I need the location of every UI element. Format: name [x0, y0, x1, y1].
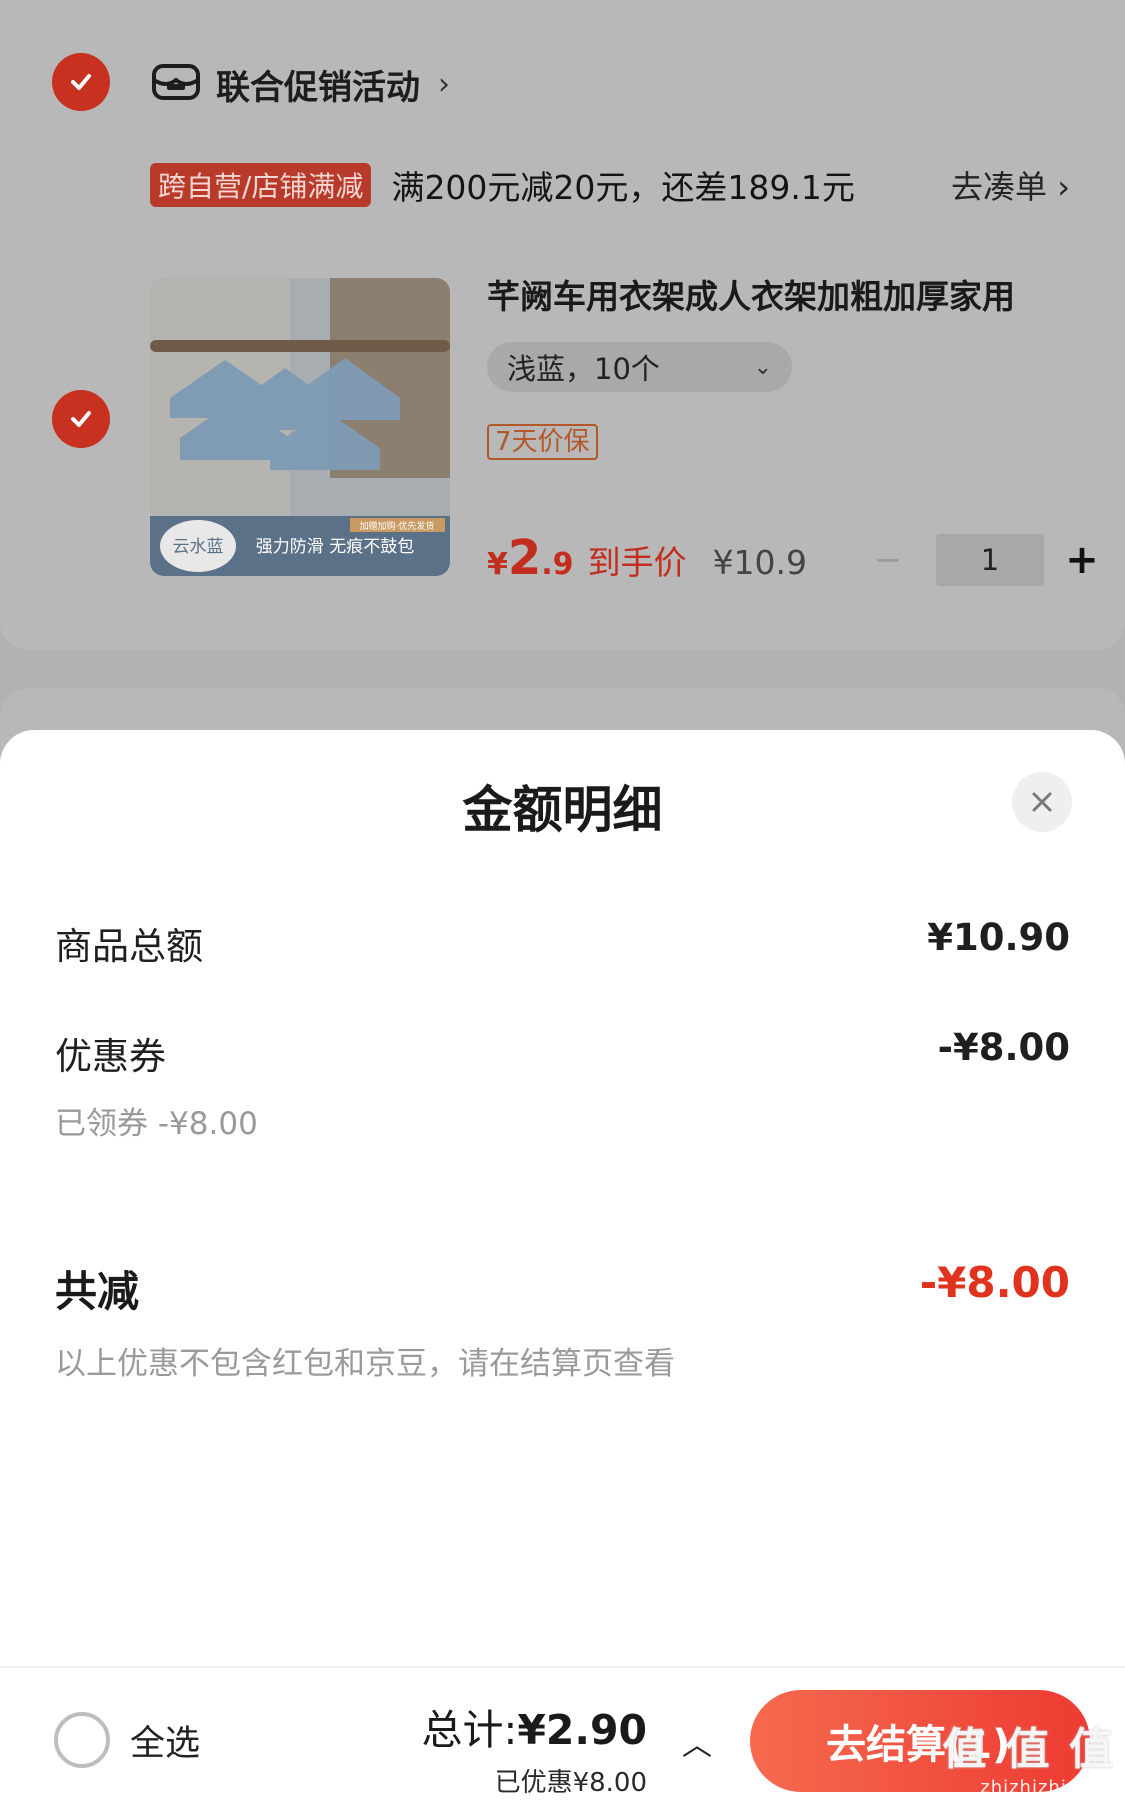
total-discount-label: 共减	[55, 1267, 140, 1316]
product-title[interactable]: 芊阙车用衣架成人衣架加粗加厚家用	[487, 270, 1015, 318]
select-all-label: 全选	[130, 1723, 201, 1764]
saved-amount: 已优惠¥8.00	[494, 1768, 647, 1798]
promo-row: 跨自营/店铺满减 满200元减20元，还差189.1元 去凑单 ›	[150, 162, 1070, 208]
total-line: 总计:¥2.90	[421, 1706, 647, 1754]
close-button[interactable]	[1012, 772, 1072, 832]
promo-title: 联合促销活动	[216, 67, 420, 108]
total-discount-value: -¥8.00	[919, 1258, 1070, 1307]
select-all[interactable]: 全选	[54, 1712, 200, 1768]
image-caption-main: 强力防滑 无痕不鼓包	[256, 537, 414, 557]
sku-value: 浅蓝，10个	[507, 352, 660, 386]
product-image[interactable]: 云水蓝 强力防滑 无痕不鼓包 加赠加购·优先发货	[150, 278, 450, 576]
original-price: ¥10.9	[712, 543, 808, 582]
item-check-icon[interactable]	[52, 390, 110, 448]
goods-total-label: 商品总额	[55, 925, 203, 968]
select-all-radio[interactable]	[54, 1712, 110, 1768]
image-caption-top: 加赠加购·优先发货	[360, 520, 435, 532]
coupon-sub-label: 已领券 -¥8.00	[55, 1106, 258, 1142]
sheet-title: 金额明细	[462, 781, 663, 839]
final-price-label: 到手价	[587, 543, 687, 582]
amount-detail-sheet: 金额明细 商品总额 ¥10.90 优惠券 -¥8.00 已领券 -¥8.00 共…	[0, 730, 1125, 1666]
watermark: 值 值 值 zhizhizhi.com	[942, 1724, 1115, 1798]
sku-selector[interactable]: 浅蓝，10个 ⌄	[487, 342, 792, 392]
coupon-value: -¥8.00	[937, 1026, 1070, 1069]
chevron-right-icon: ›	[438, 66, 450, 102]
chevron-down-icon: ⌄	[753, 354, 772, 380]
promo-tag: 跨自营/店铺满减	[150, 163, 372, 207]
goods-total-value: ¥10.90	[927, 916, 1070, 959]
decrease-button[interactable]: −	[868, 540, 908, 580]
add-items-link[interactable]: 去凑单 ›	[951, 162, 1070, 208]
increase-button[interactable]: +	[1062, 537, 1102, 583]
image-caption-left: 云水蓝	[173, 537, 224, 557]
promo-header[interactable]: 联合促销活动 ›	[150, 58, 450, 110]
shop-check-icon[interactable]	[52, 53, 110, 111]
total-summary[interactable]: 总计:¥2.90 已优惠¥8.00	[421, 1696, 647, 1799]
checkout-bar: 全选 总计:¥2.90 已优惠¥8.00 ︿ 去结算(1) 值 值 值 zhiz…	[0, 1666, 1125, 1808]
close-icon	[1032, 792, 1052, 812]
shop-icon	[150, 60, 202, 108]
final-price: ¥2.9	[487, 530, 574, 586]
promo-text: 满200元减20元，还差189.1元	[391, 168, 855, 207]
chevron-up-icon[interactable]: ︿	[682, 1720, 712, 1764]
quantity-input[interactable]: 1	[936, 534, 1044, 586]
price-row: ¥2.9 到手价 ¥10.9	[487, 530, 807, 586]
quantity-stepper: − 1 +	[868, 534, 1102, 586]
coupon-label: 优惠券	[55, 1035, 166, 1078]
price-protection-badge: 7天价保	[487, 424, 598, 460]
cart-card: 联合促销活动 › 跨自营/店铺满减 满200元减20元，还差189.1元 去凑单…	[0, 0, 1125, 650]
discount-note: 以上优惠不包含红包和京豆，请在结算页查看	[55, 1346, 675, 1382]
